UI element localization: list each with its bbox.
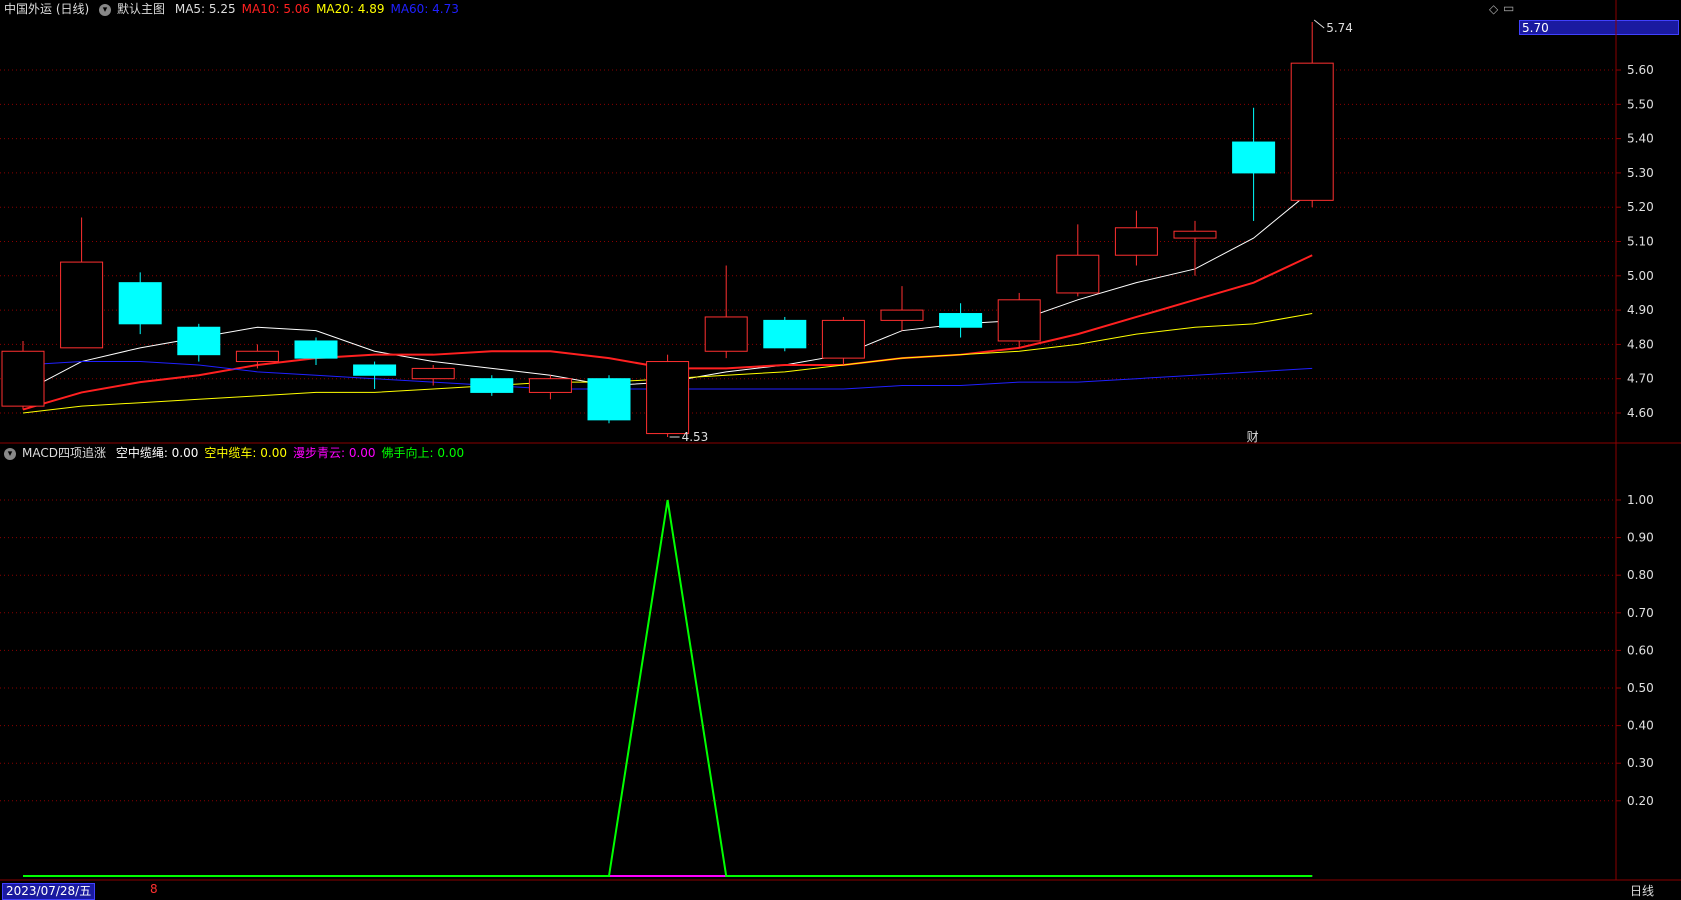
candle-down	[587, 378, 631, 421]
indicator-tick-label: 0.50	[1627, 681, 1654, 695]
indicator-tick-label: 0.20	[1627, 794, 1654, 808]
candle-up	[1290, 62, 1334, 201]
high-arrow	[1313, 19, 1325, 29]
candle-up	[704, 316, 748, 352]
candle-down	[294, 340, 338, 359]
candle-up	[1173, 230, 1217, 239]
indicator-tick-label: 0.40	[1627, 719, 1654, 733]
price-tick-label: 4.70	[1627, 372, 1654, 386]
price-tick-label: 5.50	[1627, 97, 1654, 111]
candle-down	[353, 364, 397, 376]
date-indicator: 2023/07/28/五	[2, 883, 96, 900]
candle-down	[118, 282, 162, 325]
candle-up	[411, 367, 455, 380]
candle-up	[880, 309, 924, 321]
indicator-tick-label: 0.60	[1627, 643, 1654, 657]
indicator-tick-label: 0.70	[1627, 606, 1654, 620]
indicator-tick-label: 0.30	[1627, 756, 1654, 770]
price-tick-label: 4.80	[1627, 337, 1654, 351]
candle-up	[646, 361, 690, 435]
candle-up	[821, 319, 865, 359]
candle-down	[939, 313, 983, 328]
candle-down	[177, 326, 221, 356]
price-tick-label: 4.60	[1627, 406, 1654, 420]
price-tick-label: 5.00	[1627, 269, 1654, 283]
price-tick-label: 5.60	[1627, 63, 1654, 77]
high-label: 5.74	[1326, 21, 1353, 35]
candle-down	[1232, 141, 1276, 174]
price-tick-label: 4.90	[1627, 303, 1654, 317]
low-label: 4.53	[682, 430, 709, 444]
candle-up	[528, 378, 572, 393]
indicator-tick-label: 1.00	[1627, 493, 1654, 507]
candle-up	[1056, 254, 1100, 294]
candle-down	[763, 319, 807, 349]
price-tick-label: 5.30	[1627, 166, 1654, 180]
indicator-tick-label: 0.80	[1627, 568, 1654, 582]
stock-chart[interactable]: 5.74 4.53 财 5.60 5.50 5.40 5.30 5.20 5.10 5.00 4.…	[0, 0, 1681, 900]
candle-up	[235, 350, 279, 363]
price-tick-label: 5.20	[1627, 200, 1654, 214]
candle-up	[60, 261, 104, 349]
indicator-tick-label: 0.90	[1627, 531, 1654, 545]
price-tick-label: 5.40	[1627, 132, 1654, 146]
finance-marker: 财	[1247, 430, 1259, 444]
price-tick-label: 5.10	[1627, 235, 1654, 249]
candle-up	[997, 299, 1041, 342]
candle-down	[470, 378, 514, 393]
candle-up	[1, 350, 45, 407]
candle-up	[1114, 227, 1158, 256]
period-label[interactable]: 日线	[1630, 882, 1654, 899]
event-marker: 8	[150, 882, 158, 896]
